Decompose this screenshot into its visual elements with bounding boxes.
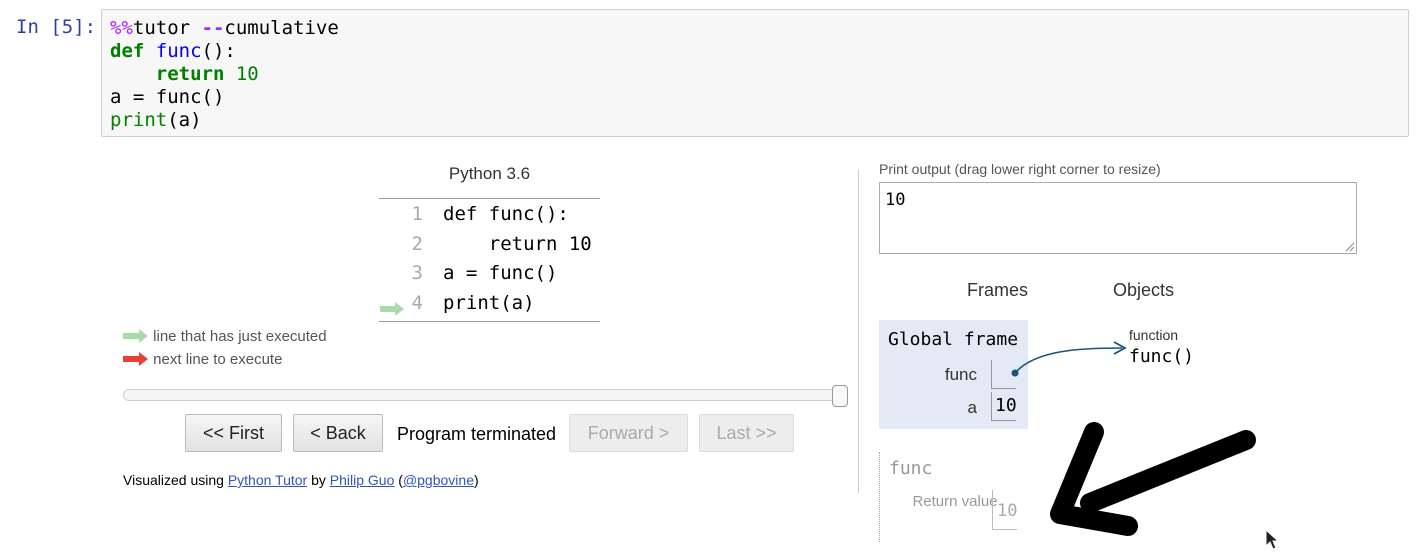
- current-line-arrow-icon: [380, 301, 404, 316]
- code-token: def: [110, 40, 145, 62]
- code-display: 1 def func(): 2 return 10 3 a = func() 4 print…: [379, 198, 600, 322]
- code-cell-line[interactable]: def func():: [110, 40, 339, 63]
- green-arrow-icon: [123, 329, 148, 343]
- code-token: --: [201, 17, 225, 39]
- legend-just-executed: line that has just executed: [123, 328, 327, 345]
- python-tutor-link[interactable]: Python Tutor: [228, 472, 307, 488]
- return-value-box: 10: [992, 490, 1017, 530]
- return-value-text: 10: [997, 501, 1018, 521]
- line-number: 1: [411, 203, 423, 225]
- credit-line: Visualized using Python Tutor by Philip …: [123, 472, 479, 488]
- global-frame: Global frame func a 10: [879, 320, 1028, 429]
- print-output-text: 10: [885, 190, 906, 210]
- code-token: (a): [167, 109, 202, 131]
- legend-next-line: next line to execute: [123, 351, 282, 368]
- var-value-a-text: 10: [995, 395, 1017, 416]
- legend-next-line-label: next line to execute: [153, 351, 283, 368]
- code-token: 10: [235, 63, 259, 85]
- code-token: cumulative: [224, 17, 339, 39]
- red-arrow-icon: [123, 352, 148, 366]
- legend-just-executed-label: line that has just executed: [153, 328, 327, 345]
- code-cell-line[interactable]: a = func(): [110, 86, 339, 109]
- first-button[interactable]: << First: [185, 414, 282, 452]
- last-button[interactable]: Last >>: [699, 414, 794, 452]
- code-token: a = func(): [110, 86, 225, 108]
- code-token: tutor: [132, 17, 202, 39]
- line-number: 2: [411, 232, 423, 255]
- pgbovine-link[interactable]: @pgbovine: [403, 472, 474, 488]
- code-cell-editor[interactable]: %%tutor --cumulative def func(): return 1…: [101, 9, 1409, 137]
- code-line: 1 def func():: [379, 203, 600, 233]
- var-value-a: 10: [991, 392, 1017, 421]
- frames-header: Frames: [967, 280, 1029, 300]
- var-name-a: a: [967, 398, 977, 417]
- pointer-arrow: [1011, 341, 1127, 377]
- annotation-arrow-icon: [1050, 422, 1256, 536]
- code-cell-source[interactable]: %%tutor --cumulative def func(): return 1…: [110, 17, 339, 132]
- code-cell-line[interactable]: print(a): [110, 109, 339, 132]
- var-name-func: func: [944, 365, 977, 384]
- function-object-value: func(): [1129, 346, 1195, 367]
- credit-prefix: Visualized using: [123, 472, 228, 488]
- credit-close-paren: ): [473, 472, 479, 488]
- slider-handle[interactable]: [832, 385, 848, 407]
- back-button[interactable]: < Back: [293, 414, 383, 452]
- execution-slider[interactable]: [123, 389, 847, 401]
- line-number: 4: [411, 291, 423, 314]
- code-line: 3 a = func(): [379, 262, 600, 292]
- program-status: Program terminated: [397, 424, 557, 444]
- forward-button[interactable]: Forward >: [569, 414, 688, 452]
- func-frame-title: func: [889, 458, 933, 479]
- mouse-cursor-icon: [1265, 529, 1279, 550]
- resize-grip-icon[interactable]: [1345, 242, 1355, 252]
- line-text: def func():: [443, 203, 569, 225]
- print-output-label: Print output (drag lower right corner to…: [879, 161, 1161, 177]
- credit-by: by: [307, 472, 330, 488]
- philip-guo-link[interactable]: Philip Guo: [330, 472, 395, 488]
- code-token: ():: [201, 40, 236, 62]
- print-output-box[interactable]: 10: [879, 182, 1357, 254]
- function-object-type: function: [1129, 327, 1179, 343]
- objects-header: Objects: [1113, 280, 1175, 300]
- code-line: 2 return 10: [379, 233, 600, 263]
- code-token: func: [155, 40, 202, 62]
- global-frame-title: Global frame: [888, 329, 1019, 350]
- func-frame: func Return value 10: [879, 452, 1029, 542]
- line-text: a = func(): [443, 262, 558, 284]
- cell-prompt: In [5]:: [16, 16, 97, 38]
- code-token: print: [110, 109, 168, 131]
- code-line: 4 print(a): [379, 292, 600, 322]
- line-text: print(a): [443, 291, 535, 314]
- credit-open-paren: (: [394, 472, 403, 488]
- code-cell-line[interactable]: %%tutor --cumulative: [110, 17, 339, 40]
- code-token: %%: [110, 17, 133, 39]
- panel-divider: [858, 170, 859, 493]
- line-number: 3: [411, 262, 423, 284]
- python-version-label: Python 3.6: [448, 164, 531, 183]
- line-text: return 10: [443, 232, 592, 255]
- code-token: return: [155, 63, 225, 85]
- return-value-label: Return value: [912, 493, 998, 510]
- code-cell-line[interactable]: return 10: [110, 63, 339, 86]
